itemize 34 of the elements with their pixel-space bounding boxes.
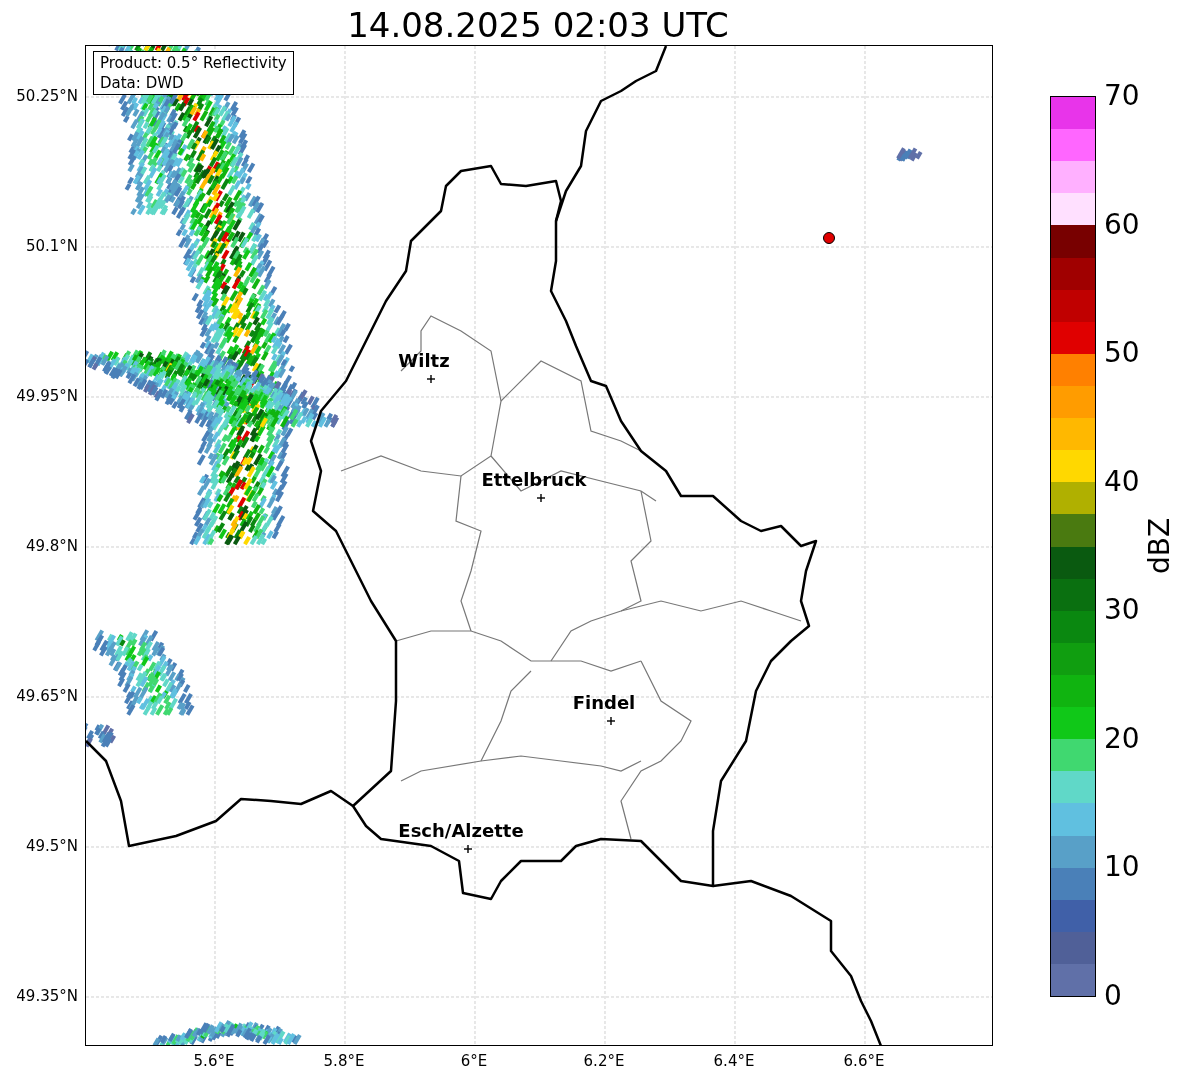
colorbar-tick-label: 20	[1104, 722, 1140, 755]
city-label: Findel	[571, 692, 637, 714]
colorbar-tick-label: 10	[1104, 851, 1140, 884]
colorbar-tick-label: 40	[1104, 465, 1140, 498]
city-label: Wiltz	[397, 350, 451, 372]
city-marker	[606, 716, 616, 726]
latitude-tick-label: 50.25°N	[15, 87, 78, 105]
info-text: Product: 0.5° Reflectivity	[100, 53, 287, 73]
latitude-tick-label: 49.95°N	[15, 387, 78, 405]
colorbar-tick-label: 70	[1104, 80, 1140, 112]
longitude-tick-label: 6.4°E	[712, 1052, 756, 1070]
longitude-tick-label: 6.2°E	[582, 1052, 626, 1070]
radar-site-marker	[823, 232, 835, 244]
latitude-tick-label: 49.35°N	[15, 987, 78, 1005]
chart-title: 14.08.2025 02:03 UTC	[346, 4, 730, 46]
longitude-tick-label: 6.6°E	[842, 1052, 886, 1070]
colorbar-tick-label: 50	[1104, 337, 1140, 370]
colorbar-tick-label: 30	[1104, 594, 1140, 627]
latitude-tick-label: 49.8°N	[24, 537, 78, 555]
city-label: Esch/Alzette	[397, 820, 525, 842]
colorbar-tick-label: 0	[1104, 980, 1122, 1012]
city-label: Ettelbruck	[480, 469, 588, 491]
longitude-tick-label: 6°E	[459, 1052, 489, 1070]
city-marker	[463, 844, 473, 854]
city-marker	[426, 374, 436, 384]
info-text: Data: DWD	[100, 73, 185, 93]
colorbar-tick-label: 60	[1104, 208, 1140, 241]
latitude-tick-label: 49.5°N	[24, 837, 78, 855]
city-marker	[536, 493, 546, 503]
latitude-tick-label: 50.1°N	[24, 237, 78, 255]
longitude-tick-label: 5.6°E	[192, 1052, 236, 1070]
colorbar-label: dBZ	[1144, 516, 1176, 577]
latitude-tick-label: 49.65°N	[15, 687, 78, 705]
longitude-tick-label: 5.8°E	[322, 1052, 366, 1070]
